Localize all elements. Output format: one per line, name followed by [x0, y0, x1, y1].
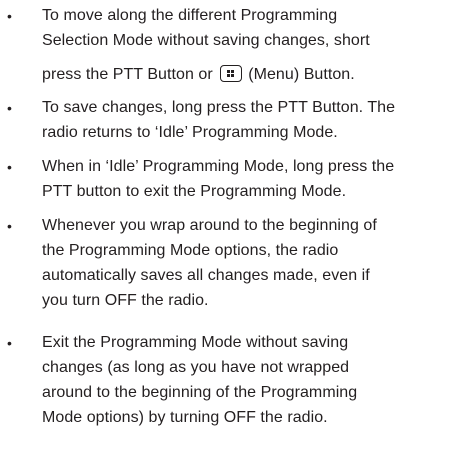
bullet-marker: • — [7, 335, 12, 351]
item-text-line: you turn OFF the radio. — [42, 292, 209, 309]
item-text-line: press the PTT Button or (Menu) Button. — [42, 65, 355, 84]
item-text-line: To save changes, long press the PTT Butt… — [42, 99, 396, 116]
menu-button-icon — [219, 65, 242, 82]
item-text-line: around to the beginning of the Programmi… — [42, 384, 358, 401]
item-text-line: automatically saves all changes made, ev… — [42, 267, 370, 284]
manual-page: • To move along the different Programmin… — [0, 0, 450, 469]
bullet-marker: • — [7, 8, 12, 24]
item-text-line: Mode options) by turning OFF the radio. — [42, 409, 328, 426]
item-text-line: PTT button to exit the Programming Mode. — [42, 183, 347, 200]
bullet-marker: • — [7, 159, 12, 175]
item-text-segment: (Menu) Button. — [248, 66, 355, 83]
item-text-line: Selection Mode without saving changes, s… — [42, 32, 370, 49]
item-text-line: changes (as long as you have not wrapped — [42, 359, 350, 376]
item-text-line: radio returns to ‘Idle’ Programming Mode… — [42, 124, 338, 141]
item-text-line: When in ‘Idle’ Programming Mode, long pr… — [42, 158, 395, 175]
item-text-line: the Programming Mode options, the radio — [42, 242, 339, 259]
item-text-line: Exit the Programming Mode without saving — [42, 334, 349, 351]
bullet-marker: • — [7, 100, 12, 116]
item-text-line: Whenever you wrap around to the beginnin… — [42, 217, 377, 234]
item-text-line: To move along the different Programming — [42, 7, 338, 24]
item-text-segment: press the PTT Button or — [42, 66, 213, 83]
bullet-marker: • — [7, 218, 12, 234]
